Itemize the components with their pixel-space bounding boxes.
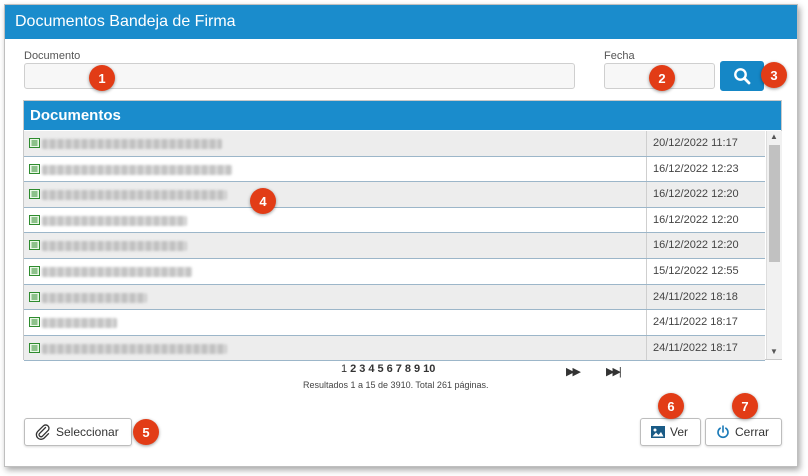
table-row[interactable]: 16/12/2022 12:20 bbox=[24, 182, 765, 208]
pagination: 1 2 3 4 5 6 7 8 9 10 bbox=[341, 363, 438, 375]
document-date: 16/12/2022 12:20 bbox=[646, 233, 765, 258]
results-summary: Resultados 1 a 15 de 3910. Total 261 pág… bbox=[303, 380, 489, 390]
document-name-redacted bbox=[42, 241, 187, 252]
table-row[interactable]: 24/11/2022 18:17 bbox=[24, 310, 765, 336]
search-icon bbox=[734, 68, 751, 85]
page-link[interactable]: 10 bbox=[423, 363, 435, 375]
document-date: 15/12/2022 12:55 bbox=[646, 258, 765, 284]
document-name-redacted bbox=[42, 343, 227, 354]
panel-title: Documentos bbox=[24, 101, 781, 130]
window-title: Documentos Bandeja de Firma bbox=[5, 5, 797, 39]
document-icon bbox=[29, 317, 40, 328]
signature-tray-window: Documentos Bandeja de Firma Documento Fe… bbox=[4, 4, 798, 467]
document-name-redacted bbox=[42, 164, 232, 175]
scroll-up-icon[interactable]: ▲ bbox=[770, 132, 778, 141]
callout-badge: 6 bbox=[658, 393, 684, 419]
seleccionar-button[interactable]: Seleccionar bbox=[24, 418, 132, 446]
page-link[interactable]: 4 bbox=[368, 363, 374, 375]
vertical-scrollbar[interactable]: ▲ ▼ bbox=[766, 131, 782, 359]
page-link[interactable]: 9 bbox=[414, 363, 420, 375]
page-link[interactable]: 6 bbox=[387, 363, 393, 375]
document-icon bbox=[29, 138, 40, 148]
table-row[interactable]: 16/12/2022 12:20 bbox=[24, 233, 765, 259]
page-link[interactable]: 3 bbox=[359, 363, 365, 375]
table-row[interactable]: 24/11/2022 18:17 bbox=[24, 335, 765, 362]
cerrar-label: Cerrar bbox=[735, 425, 770, 439]
document-name-redacted bbox=[42, 139, 222, 149]
table-row[interactable]: 16/12/2022 12:23 bbox=[24, 156, 765, 183]
paperclip-icon bbox=[35, 424, 50, 440]
ver-label: Ver bbox=[670, 425, 689, 439]
ver-button[interactable]: Ver bbox=[640, 418, 701, 446]
image-icon bbox=[651, 426, 665, 438]
cerrar-button[interactable]: Cerrar bbox=[705, 418, 782, 446]
callout-badge: 3 bbox=[761, 62, 787, 88]
document-name-redacted bbox=[42, 318, 117, 329]
document-icon bbox=[29, 163, 40, 174]
document-icon bbox=[29, 214, 40, 225]
callout-badge: 2 bbox=[649, 65, 675, 91]
document-icon bbox=[29, 189, 40, 200]
callout-badge: 4 bbox=[250, 188, 276, 214]
document-name-redacted bbox=[42, 190, 227, 201]
table-row[interactable]: 24/11/2022 18:18 bbox=[24, 284, 765, 311]
documents-panel: Documentos 20/12/2022 11:17 16/12/2022 12… bbox=[23, 100, 782, 362]
document-icon bbox=[29, 342, 40, 353]
document-icon bbox=[29, 240, 40, 251]
document-date: 16/12/2022 12:20 bbox=[646, 182, 765, 207]
table-row[interactable]: 15/12/2022 12:55 bbox=[24, 258, 765, 285]
page-link[interactable]: 1 bbox=[341, 363, 347, 375]
document-icon bbox=[29, 291, 40, 302]
document-icon bbox=[29, 265, 40, 276]
document-date: 16/12/2022 12:23 bbox=[646, 156, 765, 182]
document-date: 24/11/2022 18:17 bbox=[646, 335, 765, 361]
callout-badge: 5 bbox=[133, 419, 159, 445]
page-link[interactable]: 5 bbox=[378, 363, 384, 375]
seleccionar-label: Seleccionar bbox=[56, 425, 119, 439]
callout-badge: 7 bbox=[732, 393, 758, 419]
scroll-down-icon[interactable]: ▼ bbox=[770, 347, 778, 356]
callout-badge: 1 bbox=[89, 65, 115, 91]
document-name-redacted bbox=[42, 215, 187, 226]
scroll-thumb[interactable] bbox=[769, 145, 780, 262]
page-link[interactable]: 8 bbox=[405, 363, 411, 375]
documento-label: Documento bbox=[24, 50, 81, 62]
table-row[interactable]: 16/12/2022 12:20 bbox=[24, 207, 765, 234]
document-date: 16/12/2022 12:20 bbox=[646, 207, 765, 233]
documents-table: 20/12/2022 11:17 16/12/2022 12:23 16/12/20… bbox=[24, 131, 765, 362]
fecha-label: Fecha bbox=[604, 50, 635, 62]
page-link[interactable]: 2 bbox=[350, 363, 356, 375]
document-name-redacted bbox=[42, 266, 192, 277]
document-date: 24/11/2022 18:18 bbox=[646, 284, 765, 310]
last-page-icon[interactable]: ▶▶| bbox=[606, 365, 622, 378]
document-name-redacted bbox=[42, 292, 147, 303]
next-page-icon[interactable]: ▶▶ bbox=[566, 365, 581, 378]
document-date: 24/11/2022 18:17 bbox=[646, 310, 765, 335]
document-date: 20/12/2022 11:17 bbox=[646, 131, 765, 156]
table-row[interactable]: 20/12/2022 11:17 bbox=[24, 131, 765, 157]
search-button[interactable] bbox=[720, 61, 764, 91]
page-link[interactable]: 7 bbox=[396, 363, 402, 375]
power-icon bbox=[717, 425, 729, 439]
